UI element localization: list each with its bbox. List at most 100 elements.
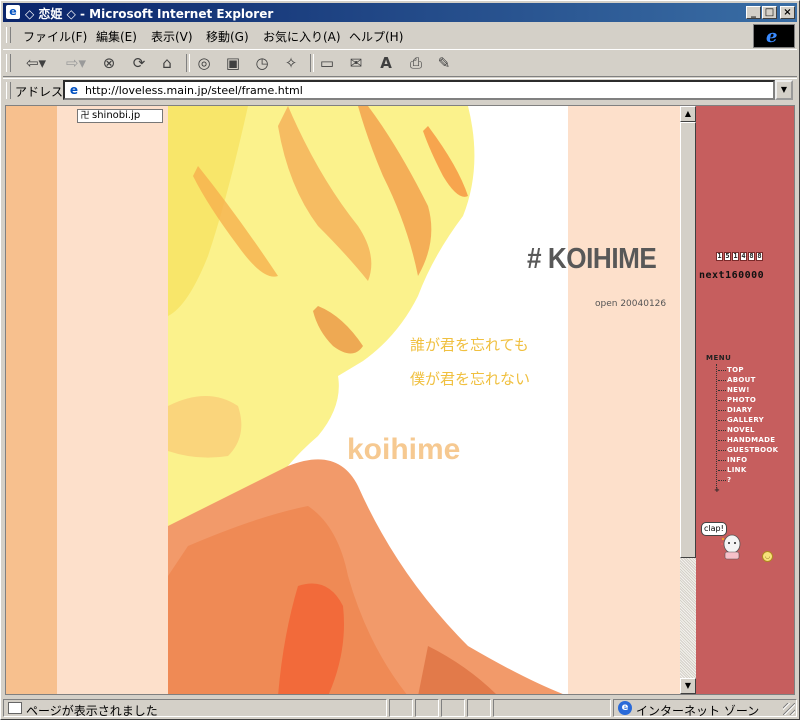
page-viewport: 卍 shinobi.jp # KOIHIME open 20040126 誰が君を…: [5, 105, 795, 695]
menu-label: NEW!: [727, 386, 750, 394]
back-icon[interactable]: ⇦▾: [21, 53, 51, 73]
menu-link-handmade[interactable]: HANDMADE: [718, 435, 775, 445]
window-title: ◇ 恋姫 ◇ - Microsoft Internet Explorer: [25, 7, 274, 21]
refresh-icon[interactable]: ⟳: [128, 53, 150, 73]
favorites-icon[interactable]: ▣: [222, 53, 244, 73]
menu-link-guestbook[interactable]: GUESTBOOK: [718, 445, 778, 455]
menu-label: PHOTO: [727, 396, 757, 404]
menu-bar: ファイル(F) 編集(E) 表示(V) 移動(G) お気に入り(A) ヘルプ(H…: [3, 24, 749, 46]
menu-tree-end: +: [714, 486, 720, 494]
site-heading: # KOIHIME: [527, 243, 657, 275]
ie-app-icon[interactable]: e: [6, 5, 20, 19]
scroll-down-button[interactable]: ▼: [680, 678, 696, 694]
internet-zone-icon: e: [618, 701, 632, 715]
maximize-button[interactable]: □: [762, 6, 777, 19]
counter-digit: 1: [732, 252, 739, 261]
standard-toolbar: ⇦▾ ⇨▾ ⊗ ⟳ ⌂ ◎ ▣ ◷ ✧ ▭ ✉ A ⎙ ✎: [3, 49, 797, 77]
menu-file[interactable]: ファイル(F): [23, 28, 87, 45]
font-icon[interactable]: A: [375, 53, 397, 73]
menu-link-info[interactable]: INFO: [718, 455, 747, 465]
menu-link-question[interactable]: ?: [718, 475, 731, 485]
hero-illustration: [168, 106, 568, 694]
counter-digit: 8: [756, 252, 763, 261]
edit-icon[interactable]: ✎: [433, 53, 455, 73]
close-button[interactable]: ×: [780, 6, 795, 19]
channels-icon[interactable]: ✧: [280, 53, 302, 73]
poem-line-1: 誰が君を忘れても: [410, 336, 529, 354]
address-label: アドレス: [15, 85, 64, 99]
title-bar[interactable]: e ◇ 恋姫 ◇ - Microsoft Internet Explorer _…: [3, 3, 797, 22]
fullscreen-icon[interactable]: ▭: [316, 53, 338, 73]
smiley-icon: ◡: [762, 551, 773, 562]
toolbar-separator: [310, 54, 314, 72]
left-orange-band: [6, 106, 57, 694]
address-input[interactable]: e http://loveless.main.jp/steel/frame.ht…: [63, 80, 775, 100]
menu-link-novel[interactable]: NOVEL: [718, 425, 755, 435]
status-pane: [389, 699, 413, 717]
status-pane: [493, 699, 611, 717]
counter-digit: 5: [724, 252, 731, 261]
menu-link-top[interactable]: TOP: [718, 365, 744, 375]
address-url[interactable]: http://loveless.main.jp/steel/frame.html: [85, 84, 303, 97]
addressbar-grip[interactable]: [6, 82, 11, 99]
history-icon[interactable]: ◷: [251, 53, 273, 73]
menu-link-about[interactable]: ABOUT: [718, 375, 756, 385]
search-icon[interactable]: ◎: [193, 53, 215, 73]
menubar-grip[interactable]: [6, 27, 11, 43]
menu-link-new[interactable]: NEW!: [718, 385, 750, 395]
minimize-button[interactable]: _: [746, 6, 761, 19]
status-pane: [441, 699, 465, 717]
menu-edit[interactable]: 編集(E): [96, 28, 137, 45]
menu-go[interactable]: 移動(G): [206, 28, 249, 45]
menu-link-diary[interactable]: DIARY: [718, 405, 752, 415]
resize-grip[interactable]: [783, 703, 795, 715]
next-kiriban: next160000: [699, 270, 765, 281]
scroll-thumb[interactable]: [680, 122, 696, 558]
menu-label: NOVEL: [727, 426, 755, 434]
security-zone: インターネット ゾーン: [636, 704, 760, 718]
forward-icon[interactable]: ⇨▾: [61, 53, 91, 73]
home-icon[interactable]: ⌂: [156, 53, 178, 73]
right-pale-band: [568, 106, 680, 694]
side-menu-frame: 151488 next160000 MENU TOP ABOUT NEW! PH…: [696, 106, 794, 694]
access-counter: 151488: [716, 252, 764, 265]
menu-link-gallery[interactable]: GALLERY: [718, 415, 764, 425]
menu-link-photo[interactable]: PHOTO: [718, 395, 756, 405]
address-dropdown-button[interactable]: ▼: [775, 80, 793, 100]
scroll-up-button[interactable]: ▲: [680, 106, 696, 122]
left-pale-band: [57, 106, 168, 694]
shinobi-counter-badge[interactable]: 卍 shinobi.jp: [77, 109, 163, 123]
browser-window: e ◇ 恋姫 ◇ - Microsoft Internet Explorer _…: [0, 0, 800, 720]
counter-digit: 4: [740, 252, 747, 261]
clap-character-icon[interactable]: [720, 532, 744, 562]
toolbar-grip[interactable]: [6, 54, 11, 72]
menu-view[interactable]: 表示(V): [151, 28, 193, 45]
vertical-scrollbar[interactable]: ▲ ▼: [680, 106, 696, 694]
counter-digit: 8: [748, 252, 755, 261]
menu-label: DIARY: [727, 406, 753, 414]
status-message: ページが表示されました: [26, 704, 158, 718]
shinobi-icon: 卍: [80, 111, 90, 121]
status-pane: [467, 699, 491, 717]
menu-label: GALLERY: [727, 416, 765, 424]
ie-logo-icon: e: [766, 26, 778, 47]
status-bar: ページが表示されました e インターネット ゾーン: [3, 698, 799, 719]
counter-digit: 1: [716, 252, 723, 261]
toolbar-separator: [186, 54, 190, 72]
status-pane: [415, 699, 439, 717]
menu-label: LINK: [727, 466, 747, 474]
menu-title: MENU: [706, 354, 732, 362]
mail-icon[interactable]: ✉: [345, 53, 367, 73]
menu-help[interactable]: ヘルプ(H): [349, 28, 403, 45]
menu-label: HANDMADE: [727, 436, 776, 444]
security-zone-pane: e インターネット ゾーン: [613, 699, 797, 718]
page-icon: e: [69, 83, 79, 97]
print-icon[interactable]: ⎙: [405, 53, 427, 73]
menu-label: ABOUT: [727, 376, 756, 384]
menu-link-link[interactable]: LINK: [718, 465, 747, 475]
enter-link-koihime[interactable]: koihime: [347, 433, 460, 467]
stop-icon[interactable]: ⊗: [98, 53, 120, 73]
status-message-pane: ページが表示されました: [3, 699, 387, 718]
menu-label: INFO: [727, 456, 748, 464]
menu-favorites[interactable]: お気に入り(A): [263, 28, 341, 45]
